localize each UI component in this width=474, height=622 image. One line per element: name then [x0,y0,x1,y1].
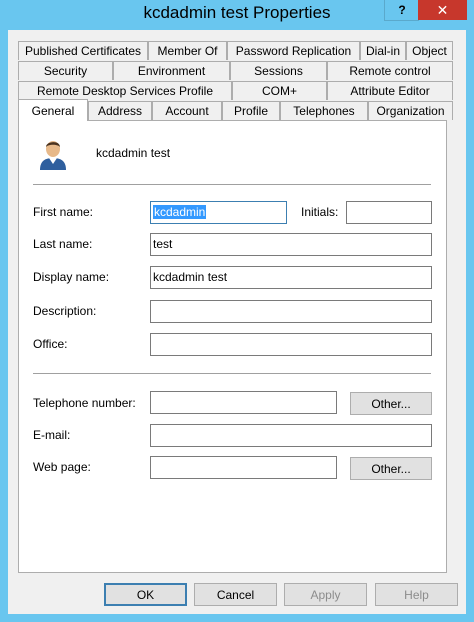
apply-button[interactable]: Apply [284,583,367,606]
display-name-field[interactable]: kcdadmin test [150,266,432,289]
tab-attribute-editor[interactable]: Attribute Editor [327,81,453,100]
telephone-label: Telephone number: [33,396,136,410]
description-field[interactable] [150,300,432,323]
close-icon: ✕ [436,1,449,18]
cancel-button[interactable]: Cancel [194,583,277,606]
help-icon: ? [398,3,406,17]
tab-account[interactable]: Account [152,101,222,120]
tab-telephones[interactable]: Telephones [280,101,368,120]
initials-label: Initials: [301,205,339,219]
webpage-label: Web page: [33,460,91,474]
tab-remote-control[interactable]: Remote control [327,61,453,80]
tab-sessions[interactable]: Sessions [230,61,327,80]
dialog-client: Published Certificates Member Of Passwor… [8,30,466,614]
initials-field[interactable] [346,201,432,224]
office-field[interactable] [150,333,432,356]
tab-remote-desktop-services-profile[interactable]: Remote Desktop Services Profile [18,81,232,100]
divider-middle [33,373,431,375]
webpage-field[interactable] [150,456,337,479]
display-name-header: kcdadmin test [96,146,171,160]
tab-com-plus[interactable]: COM+ [232,81,327,100]
general-panel: kcdadmin test First name: kcdadmin Initi… [18,120,447,573]
tab-password-replication[interactable]: Password Replication [227,41,360,60]
help-title-button[interactable]: ? [384,0,419,21]
telephone-field[interactable] [150,391,337,414]
telephone-other-button[interactable]: Other... [350,392,432,415]
tab-environment[interactable]: Environment [113,61,230,80]
properties-window: kcdadmin test Properties ? ✕ Published C… [0,0,474,622]
tab-dial-in[interactable]: Dial-in [360,41,406,60]
title-bar[interactable]: kcdadmin test Properties ? ✕ [0,0,474,30]
tab-profile[interactable]: Profile [222,101,280,120]
first-name-label: First name: [33,205,94,219]
tab-published-certificates[interactable]: Published Certificates [18,41,148,60]
last-name-label: Last name: [33,237,93,251]
tab-object[interactable]: Object [406,41,453,60]
tab-address[interactable]: Address [88,101,152,120]
tab-member-of[interactable]: Member Of [148,41,227,60]
first-name-value: kcdadmin [153,205,207,219]
webpage-other-button[interactable]: Other... [350,457,432,480]
close-button[interactable]: ✕ [418,0,467,20]
help-button[interactable]: Help [375,583,458,606]
tab-security[interactable]: Security [18,61,113,80]
email-label: E-mail: [33,428,71,442]
display-name-label: Display name: [33,270,110,284]
last-name-field[interactable]: test [150,233,432,256]
office-label: Office: [33,337,68,351]
description-label: Description: [33,304,97,318]
ok-button[interactable]: OK [104,583,187,606]
user-icon [40,141,66,170]
email-field[interactable] [150,424,432,447]
tab-organization[interactable]: Organization [368,101,453,120]
first-name-field[interactable]: kcdadmin [150,201,287,224]
tab-general[interactable]: General [18,99,88,121]
divider-top [33,184,431,186]
